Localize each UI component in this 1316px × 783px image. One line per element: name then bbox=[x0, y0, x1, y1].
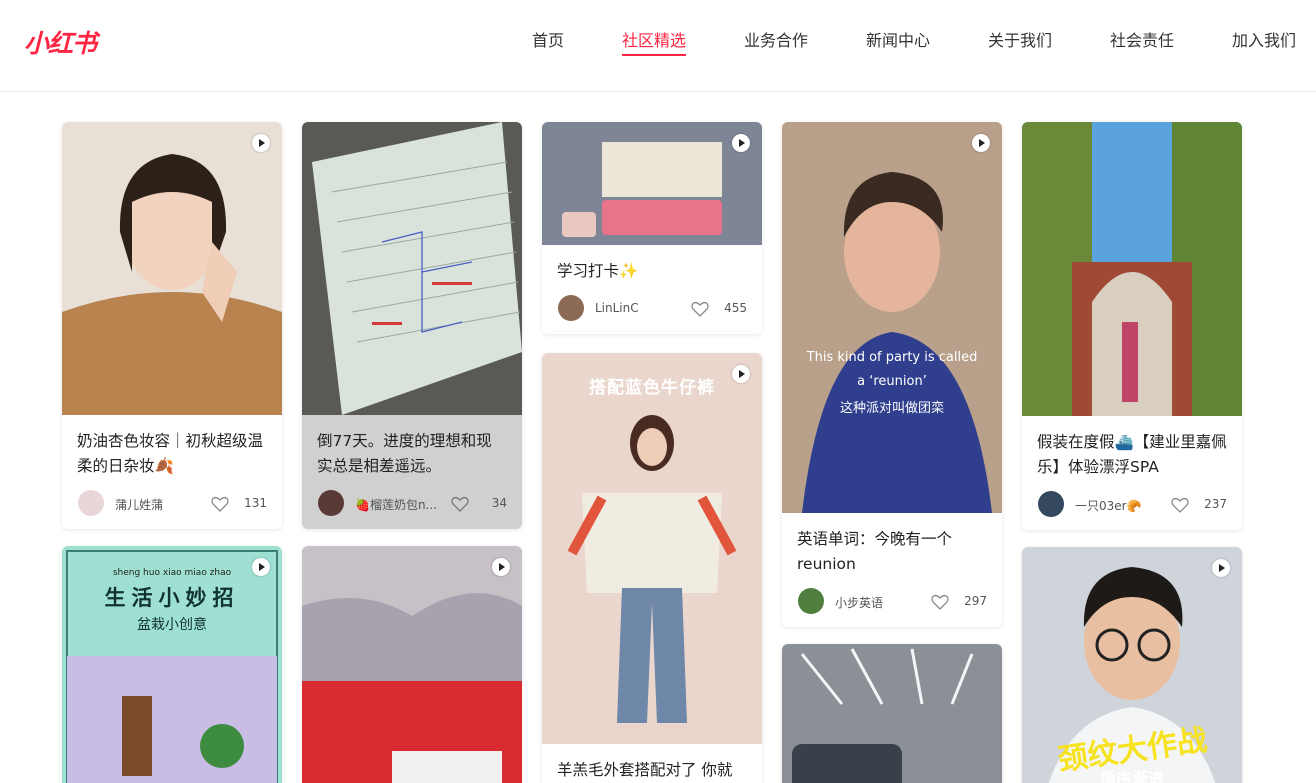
author-name[interactable]: 蒲儿姓蒲 bbox=[115, 496, 163, 513]
note-cover: sheng huo xiao miao zhao 生活小妙招 盆栽小创意 bbox=[62, 546, 282, 783]
cover-caption-en-1: This kind of party is called bbox=[806, 350, 978, 365]
video-play-icon bbox=[1212, 559, 1230, 577]
note-title: 羊羔毛外套搭配对了 你就 bbox=[557, 761, 733, 779]
like-count: 34 bbox=[491, 496, 507, 510]
cover-pinyin: sheng huo xiao miao zhao bbox=[112, 568, 232, 578]
cover-caption-zh: 这种派对叫做团栾 bbox=[839, 401, 944, 416]
avatar[interactable] bbox=[1038, 491, 1064, 517]
note-title: 奶油杏色妆容｜初秋超级温柔的日杂妆🍂 bbox=[77, 432, 264, 475]
heart-icon[interactable] bbox=[691, 301, 709, 317]
note-cover bbox=[302, 122, 522, 415]
video-play-icon bbox=[252, 134, 270, 152]
note-card[interactable]: This kind of party is called a ‘reunion’… bbox=[782, 122, 1002, 627]
nav-business[interactable]: 业务合作 bbox=[744, 27, 808, 51]
author-name[interactable]: 小步英语 bbox=[835, 594, 883, 611]
cover-subtitle: 盆栽小创意 bbox=[137, 617, 207, 633]
note-title: 英语单词：今晚有一个reunion bbox=[797, 530, 953, 573]
note-cover: 搭配蓝色牛仔裤 bbox=[542, 353, 762, 744]
heart-icon[interactable] bbox=[451, 496, 469, 512]
cover-headline: 生活小妙招 bbox=[104, 586, 240, 610]
note-card[interactable]: 奶油杏色妆容｜初秋超级温柔的日杂妆🍂 蒲儿姓蒲 131 bbox=[62, 122, 282, 529]
nav-home[interactable]: 首页 bbox=[532, 27, 564, 51]
brand-logo[interactable]: 小红书 bbox=[24, 24, 97, 60]
author-name[interactable]: 🍓榴莲奶包n... bbox=[355, 496, 437, 513]
note-card[interactable]: 假装在度假⛴️【建业里嘉佩乐】体验漂浮SPA 一只03er🥐 237 bbox=[1022, 122, 1242, 530]
note-cover bbox=[1022, 122, 1242, 416]
note-card[interactable]: sheng huo xiao miao zhao 生活小妙招 盆栽小创意 bbox=[62, 546, 282, 783]
note-title: 倒77天。进度的理想和现实总是相差遥远。 bbox=[317, 432, 492, 475]
like-count: 131 bbox=[244, 496, 267, 510]
note-card[interactable] bbox=[302, 546, 522, 783]
note-card[interactable]: 倒77天。进度的理想和现实总是相差遥远。 🍓榴莲奶包n... 34 bbox=[302, 122, 522, 529]
avatar[interactable] bbox=[78, 490, 104, 516]
avatar[interactable] bbox=[318, 490, 344, 516]
site-header: 小红书 首页 社区精选 业务合作 新闻中心 关于我们 社会责任 加入我们 bbox=[0, 0, 1316, 92]
nav-community-picks[interactable]: 社区精选 bbox=[622, 27, 686, 51]
nav-news[interactable]: 新闻中心 bbox=[866, 27, 930, 51]
like-count: 297 bbox=[964, 594, 987, 608]
note-card[interactable]: 学习打卡✨ LinLinC 455 bbox=[542, 122, 762, 334]
note-card[interactable]: 颈纹大作战 循序渐进 bbox=[1022, 547, 1242, 783]
avatar[interactable] bbox=[558, 295, 584, 321]
video-play-icon bbox=[732, 365, 750, 383]
note-cover: This kind of party is called a ‘reunion’… bbox=[782, 122, 1002, 513]
cover-caption-en-2: a ‘reunion’ bbox=[857, 374, 927, 389]
heart-icon[interactable] bbox=[931, 594, 949, 610]
nav-social-responsibility[interactable]: 社会责任 bbox=[1110, 27, 1174, 51]
video-play-icon bbox=[732, 134, 750, 152]
active-tab-underline bbox=[622, 54, 686, 56]
nav-about[interactable]: 关于我们 bbox=[988, 27, 1052, 51]
note-cover bbox=[782, 644, 1002, 783]
video-play-icon bbox=[492, 558, 510, 576]
heart-icon[interactable] bbox=[1171, 497, 1189, 513]
video-play-icon bbox=[972, 134, 990, 152]
note-cover bbox=[542, 122, 762, 245]
note-card[interactable]: 搭配蓝色牛仔裤 羊羔毛外套搭配对了 你就 bbox=[542, 353, 762, 783]
note-card[interactable] bbox=[782, 644, 1002, 783]
author-name[interactable]: 一只03er🥐 bbox=[1075, 497, 1142, 514]
like-count: 237 bbox=[1204, 497, 1227, 511]
note-feed: 奶油杏色妆容｜初秋超级温柔的日杂妆🍂 蒲儿姓蒲 131 sheng huo xi… bbox=[0, 92, 1316, 783]
nav-join-us[interactable]: 加入我们 bbox=[1232, 27, 1296, 51]
video-play-icon bbox=[252, 558, 270, 576]
cover-headline: 搭配蓝色牛仔裤 bbox=[589, 378, 715, 398]
note-cover bbox=[62, 122, 282, 415]
avatar[interactable] bbox=[798, 588, 824, 614]
like-count: 455 bbox=[724, 301, 747, 315]
author-name[interactable]: LinLinC bbox=[595, 301, 639, 315]
note-title: 假装在度假⛴️【建业里嘉佩乐】体验漂浮SPA bbox=[1037, 433, 1227, 476]
note-cover: 颈纹大作战 循序渐进 bbox=[1022, 547, 1242, 783]
note-cover bbox=[302, 546, 522, 783]
heart-icon[interactable] bbox=[211, 496, 229, 512]
cover-subtitle: 循序渐进 bbox=[1099, 769, 1164, 783]
note-title: 学习打卡✨ bbox=[557, 262, 639, 280]
